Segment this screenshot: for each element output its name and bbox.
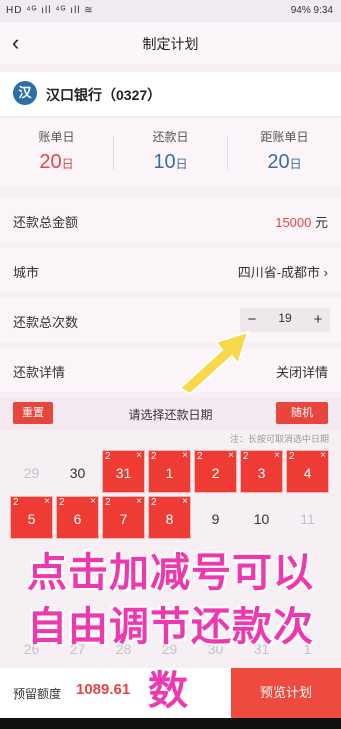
calendar-day-number: 8 bbox=[165, 511, 174, 527]
signal-icons: HD ⁴ᴳ ıll ⁴ᴳ ıll ≋ bbox=[6, 5, 94, 16]
city-label: 城市 bbox=[13, 265, 40, 280]
calendar-day[interactable]: 9 bbox=[194, 496, 237, 539]
nav-bar: ‹ 制定计划 bbox=[0, 22, 341, 64]
remove-day-icon[interactable]: × bbox=[136, 450, 142, 461]
remove-day-icon[interactable]: × bbox=[182, 496, 188, 507]
bank-card-row: 汉 汉口银行（0327） bbox=[0, 72, 341, 116]
day-count-badge: 2 bbox=[289, 451, 295, 462]
repay-day: 还款日 10日 bbox=[114, 118, 227, 186]
remove-day-icon[interactable]: × bbox=[44, 496, 50, 507]
bill-day: 账单日 20日 bbox=[0, 118, 113, 186]
calendar-day[interactable]: 5 2 × bbox=[10, 496, 53, 539]
total-amount-label: 还款总金额 bbox=[13, 215, 79, 230]
calendar-day[interactable]: 1 2 × bbox=[148, 450, 191, 493]
bank-name: 汉口银行（0327） bbox=[46, 87, 162, 103]
reserve-label: 预留额度 bbox=[13, 687, 62, 701]
day-count-badge: 2 bbox=[243, 451, 249, 462]
bill-day-label: 账单日 bbox=[38, 130, 75, 144]
battery-level: 94% bbox=[290, 5, 311, 16]
arrow-pointer-icon bbox=[178, 330, 250, 396]
calendar-day[interactable]: 31 2 × bbox=[102, 450, 145, 493]
calendar-day-number: 3 bbox=[257, 465, 266, 481]
calendar-day[interactable]: 11 bbox=[286, 496, 329, 539]
remove-day-icon[interactable]: × bbox=[90, 496, 96, 507]
calendar-day-number: 6 bbox=[73, 511, 82, 527]
system-nav-bar bbox=[0, 718, 341, 729]
clock: 9:34 bbox=[313, 5, 333, 16]
day-count-badge: 2 bbox=[151, 451, 157, 462]
days-to-bill-value: 20日 bbox=[267, 151, 302, 173]
random-button[interactable]: 随机 bbox=[276, 402, 328, 424]
repay-count-value[interactable]: 19 bbox=[264, 311, 306, 325]
calendar-day[interactable]: 8 2 × bbox=[148, 496, 191, 539]
dates-summary: 账单日 20日 还款日 10日 距账单日 20日 bbox=[0, 118, 341, 186]
city-row[interactable]: 城市 四川省-成都市 › bbox=[0, 248, 341, 292]
calendar-day-number: 29 bbox=[23, 465, 40, 481]
remove-day-icon[interactable]: × bbox=[320, 450, 326, 461]
day-count-badge: 2 bbox=[59, 497, 65, 508]
remove-day-icon[interactable]: × bbox=[274, 450, 280, 461]
days-to-bill: 距账单日 20日 bbox=[228, 118, 341, 186]
bank-logo-icon: 汉 bbox=[13, 81, 37, 105]
total-amount-row[interactable]: 还款总金额 15000 元 bbox=[0, 198, 341, 242]
calendar-day[interactable]: 3 2 × bbox=[240, 450, 283, 493]
day-count-badge: 2 bbox=[197, 451, 203, 462]
repay-day-label: 还款日 bbox=[152, 130, 189, 144]
remove-day-icon[interactable]: × bbox=[182, 450, 188, 461]
total-amount-value: 15000 元 bbox=[275, 215, 328, 230]
bill-day-value: 20日 bbox=[39, 151, 74, 173]
city-value: 四川省-成都市 › bbox=[237, 265, 328, 280]
calendar-day-number: 31 bbox=[115, 465, 132, 481]
preview-plan-button[interactable]: 预览计划 bbox=[231, 668, 341, 718]
caption-line-1: 点击加减号可以 bbox=[27, 551, 314, 595]
caption-line-3: 数 bbox=[148, 669, 188, 713]
reserve-amount: 1089.61 bbox=[76, 681, 131, 698]
calendar-header: 重置 请选择还款日期 随机 bbox=[0, 398, 341, 430]
calendar-day[interactable]: 2 2 × bbox=[194, 450, 237, 493]
status-right: 94% 9:34 bbox=[291, 5, 333, 16]
calendar-day[interactable]: 10 bbox=[240, 496, 283, 539]
repay-details-label: 还款详情 bbox=[13, 365, 66, 380]
calendar-day[interactable]: 6 2 × bbox=[56, 496, 99, 539]
calendar-day[interactable]: 30 bbox=[56, 450, 99, 493]
remove-day-icon[interactable]: × bbox=[228, 450, 234, 461]
calendar-day-number: 7 bbox=[119, 511, 128, 527]
caption-line-2: 自由调节还款次 bbox=[27, 605, 314, 649]
calendar-day-number: 9 bbox=[211, 511, 220, 527]
remove-day-icon[interactable]: × bbox=[136, 496, 142, 507]
calendar-day[interactable]: 7 2 × bbox=[102, 496, 145, 539]
calendar-day[interactable]: 4 2 × bbox=[286, 450, 329, 493]
plus-button[interactable]: + bbox=[308, 310, 328, 330]
day-count-badge: 2 bbox=[13, 497, 19, 508]
status-bar: HD ⁴ᴳ ıll ⁴ᴳ ıll ≋ 94% 9:34 bbox=[0, 0, 341, 22]
calendar-day-number: 11 bbox=[300, 511, 315, 527]
close-details-link[interactable]: 关闭详情 bbox=[276, 362, 328, 381]
day-count-badge: 2 bbox=[151, 497, 157, 508]
calendar-day-number: 2 bbox=[211, 465, 220, 481]
page-title: 制定计划 bbox=[142, 36, 199, 52]
repay-day-value: 10日 bbox=[153, 151, 188, 173]
calendar-day-number: 30 bbox=[69, 465, 86, 481]
days-to-bill-label: 距账单日 bbox=[260, 130, 309, 144]
calendar-day-number: 10 bbox=[253, 511, 270, 527]
calendar-day-number: 5 bbox=[27, 511, 36, 527]
calendar-day[interactable]: 29 bbox=[10, 450, 53, 493]
calendar-day-number: 1 bbox=[165, 465, 174, 481]
calendar-note: 注：长按可取消选中日期 bbox=[229, 434, 329, 444]
day-count-badge: 2 bbox=[105, 497, 111, 508]
day-count-badge: 2 bbox=[105, 451, 111, 462]
calendar-day-number: 4 bbox=[303, 465, 312, 481]
repay-count-label: 还款总次数 bbox=[13, 315, 79, 330]
